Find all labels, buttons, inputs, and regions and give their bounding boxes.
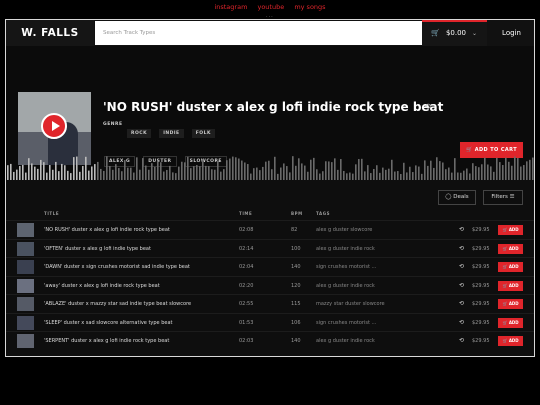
track-bpm: 115	[291, 301, 301, 307]
link-youtube[interactable]: youtube	[257, 3, 284, 11]
share-icon[interactable]: ⟲	[459, 263, 464, 270]
track-list: ◯ Deals Filters ☰ TITLE TIME BPM TAGS 'N…	[6, 180, 534, 356]
add-button[interactable]: 🛒 ADD	[498, 299, 523, 309]
track-tags: alex g duster indie rock	[316, 282, 375, 289]
genre-tag[interactable]: INDIE	[159, 129, 184, 138]
table-header: TITLE TIME BPM TAGS	[6, 211, 534, 219]
track-title[interactable]: 'SERPENT' duster x alex g lofi indie roc…	[44, 338, 169, 344]
track-tags: alex g duster slowcore	[316, 227, 373, 233]
login-button[interactable]: Login	[489, 20, 534, 46]
genre-label: GENRE	[103, 122, 123, 127]
track-price: $29.95	[472, 227, 490, 233]
track-price: $29.95	[472, 264, 490, 270]
store-frame: W. FALLS Search Track Types 🛒 $0.00 ⌄ Lo…	[5, 19, 535, 357]
share-icon[interactable]: ⟲	[459, 245, 464, 252]
track-tags: sign crushes motorist ...	[316, 319, 377, 326]
table-row[interactable]: 'DAWN' duster x sign crushes motorist sa…	[6, 257, 534, 276]
table-row[interactable]: 'ABLAZE' duster x mazzy star sad indie t…	[6, 294, 534, 313]
chevron-down-icon: ⌄	[471, 30, 477, 37]
filters-button[interactable]: Filters ☰	[483, 190, 523, 205]
track-thumbnail[interactable]	[17, 278, 34, 293]
track-price: $29.95	[472, 245, 490, 252]
add-button[interactable]: 🛒 ADD	[498, 317, 523, 328]
track-tags: alex g duster indie rock	[316, 338, 375, 344]
track-price: $29.95	[472, 319, 490, 326]
track-price: $29.95	[472, 301, 490, 307]
col-title: TITLE	[44, 211, 60, 216]
track-title[interactable]: 'DAWN' duster x sign crushes motorist sa…	[44, 264, 190, 270]
track-title[interactable]: 'OFTEN' duster x alex g lofi indie type …	[44, 246, 151, 252]
table-row[interactable]: 'OFTEN' duster x alex g lofi indie type …	[6, 238, 534, 258]
track-bpm: 100	[291, 245, 301, 252]
col-time: TIME	[239, 211, 253, 216]
track-thumbnail[interactable]	[17, 241, 34, 256]
link-instagram[interactable]: instagram	[214, 3, 247, 11]
track-thumbnail[interactable]	[17, 315, 34, 330]
cart-total: $0.00	[445, 29, 466, 37]
track-tags: mazzy star duster slowcore	[316, 301, 385, 307]
add-button[interactable]: 🛒 ADD	[498, 243, 523, 254]
cart-icon: 🛒	[465, 147, 475, 153]
track-time: 02:14	[239, 245, 254, 252]
share-icon[interactable]: ⟲	[459, 226, 464, 233]
share-icon[interactable]: ⟲	[459, 300, 464, 307]
add-button[interactable]: 🛒 ADD	[498, 225, 523, 235]
track-title[interactable]: 'NO RUSH' duster x alex g lofi indie roc…	[44, 227, 170, 233]
track-time: 01:53	[239, 319, 254, 326]
track-time: 02:20	[239, 282, 254, 289]
table-row[interactable]: 'SLEEP' duster x sad slowcore alternativ…	[6, 312, 534, 332]
track-tags: sign crushes motorist ...	[316, 264, 377, 270]
share-icon[interactable]: ⟲	[459, 337, 464, 344]
table-row[interactable]: 'SERPENT' duster x alex g lofi indie roc…	[6, 331, 534, 350]
featured-track: 'NO RUSH' duster x alex g lofi indie roc…	[6, 46, 534, 180]
table-row[interactable]: 'away' duster x alex g lofi indie rock t…	[6, 275, 534, 295]
track-price: $29.95	[472, 338, 490, 344]
add-button[interactable]: 🛒 ADD	[498, 280, 523, 291]
track-thumbnail[interactable]	[17, 260, 34, 274]
waveform[interactable]	[6, 154, 534, 180]
share-icon[interactable]: ⟲	[459, 319, 464, 326]
top-links: instagram youtube my songs	[0, 3, 540, 11]
featured-title: 'NO RUSH' duster x alex g lofi indie roc…	[103, 100, 444, 114]
track-time: 02:03	[239, 338, 254, 344]
logo[interactable]: W. FALLS	[6, 20, 94, 46]
share-icon[interactable]: ⟲	[459, 282, 464, 289]
col-tags: TAGS	[316, 211, 331, 216]
play-icon[interactable]	[41, 113, 67, 139]
track-title[interactable]: 'away' duster x alex g lofi indie rock t…	[44, 283, 160, 289]
track-thumbnail[interactable]	[17, 334, 34, 348]
track-title[interactable]: 'ABLAZE' duster x mazzy star sad indie t…	[44, 301, 191, 307]
filter-icon: ☰	[507, 194, 515, 200]
add-button[interactable]: 🛒 ADD	[498, 262, 523, 272]
genre-tag[interactable]: FOLK	[191, 129, 215, 138]
track-tags: alex g duster indie rock	[316, 245, 375, 252]
track-price: $29.95	[472, 282, 490, 289]
genre-list: ROCK INDIE FOLK	[127, 119, 218, 138]
track-title[interactable]: 'SLEEP' duster x sad slowcore alternativ…	[44, 320, 173, 326]
table-row[interactable]: 'NO RUSH' duster x alex g lofi indie roc…	[6, 220, 534, 239]
track-thumbnail[interactable]	[17, 297, 34, 311]
deals-button[interactable]: ◯ Deals	[438, 190, 476, 205]
share-icon[interactable]: ⟲	[424, 102, 431, 111]
add-button[interactable]: 🛒 ADD	[498, 336, 523, 346]
link-my-songs[interactable]: my songs	[294, 3, 325, 11]
track-time: 02:04	[239, 264, 254, 270]
genre-tag[interactable]: ROCK	[127, 129, 152, 138]
cart-icon: 🛒	[431, 29, 440, 37]
track-bpm: 140	[291, 264, 301, 270]
track-time: 02:55	[239, 301, 254, 307]
track-thumbnail[interactable]	[17, 223, 34, 237]
track-bpm: 106	[291, 319, 301, 326]
header: W. FALLS Search Track Types 🛒 $0.00 ⌄ Lo…	[6, 20, 534, 46]
cart-button[interactable]: 🛒 $0.00 ⌄	[422, 20, 487, 46]
track-bpm: 140	[291, 338, 301, 344]
track-bpm: 120	[291, 282, 301, 289]
search-input[interactable]: Search Track Types	[95, 21, 422, 45]
track-time: 02:08	[239, 227, 254, 233]
track-bpm: 82	[291, 227, 298, 233]
col-bpm: BPM	[291, 211, 303, 216]
